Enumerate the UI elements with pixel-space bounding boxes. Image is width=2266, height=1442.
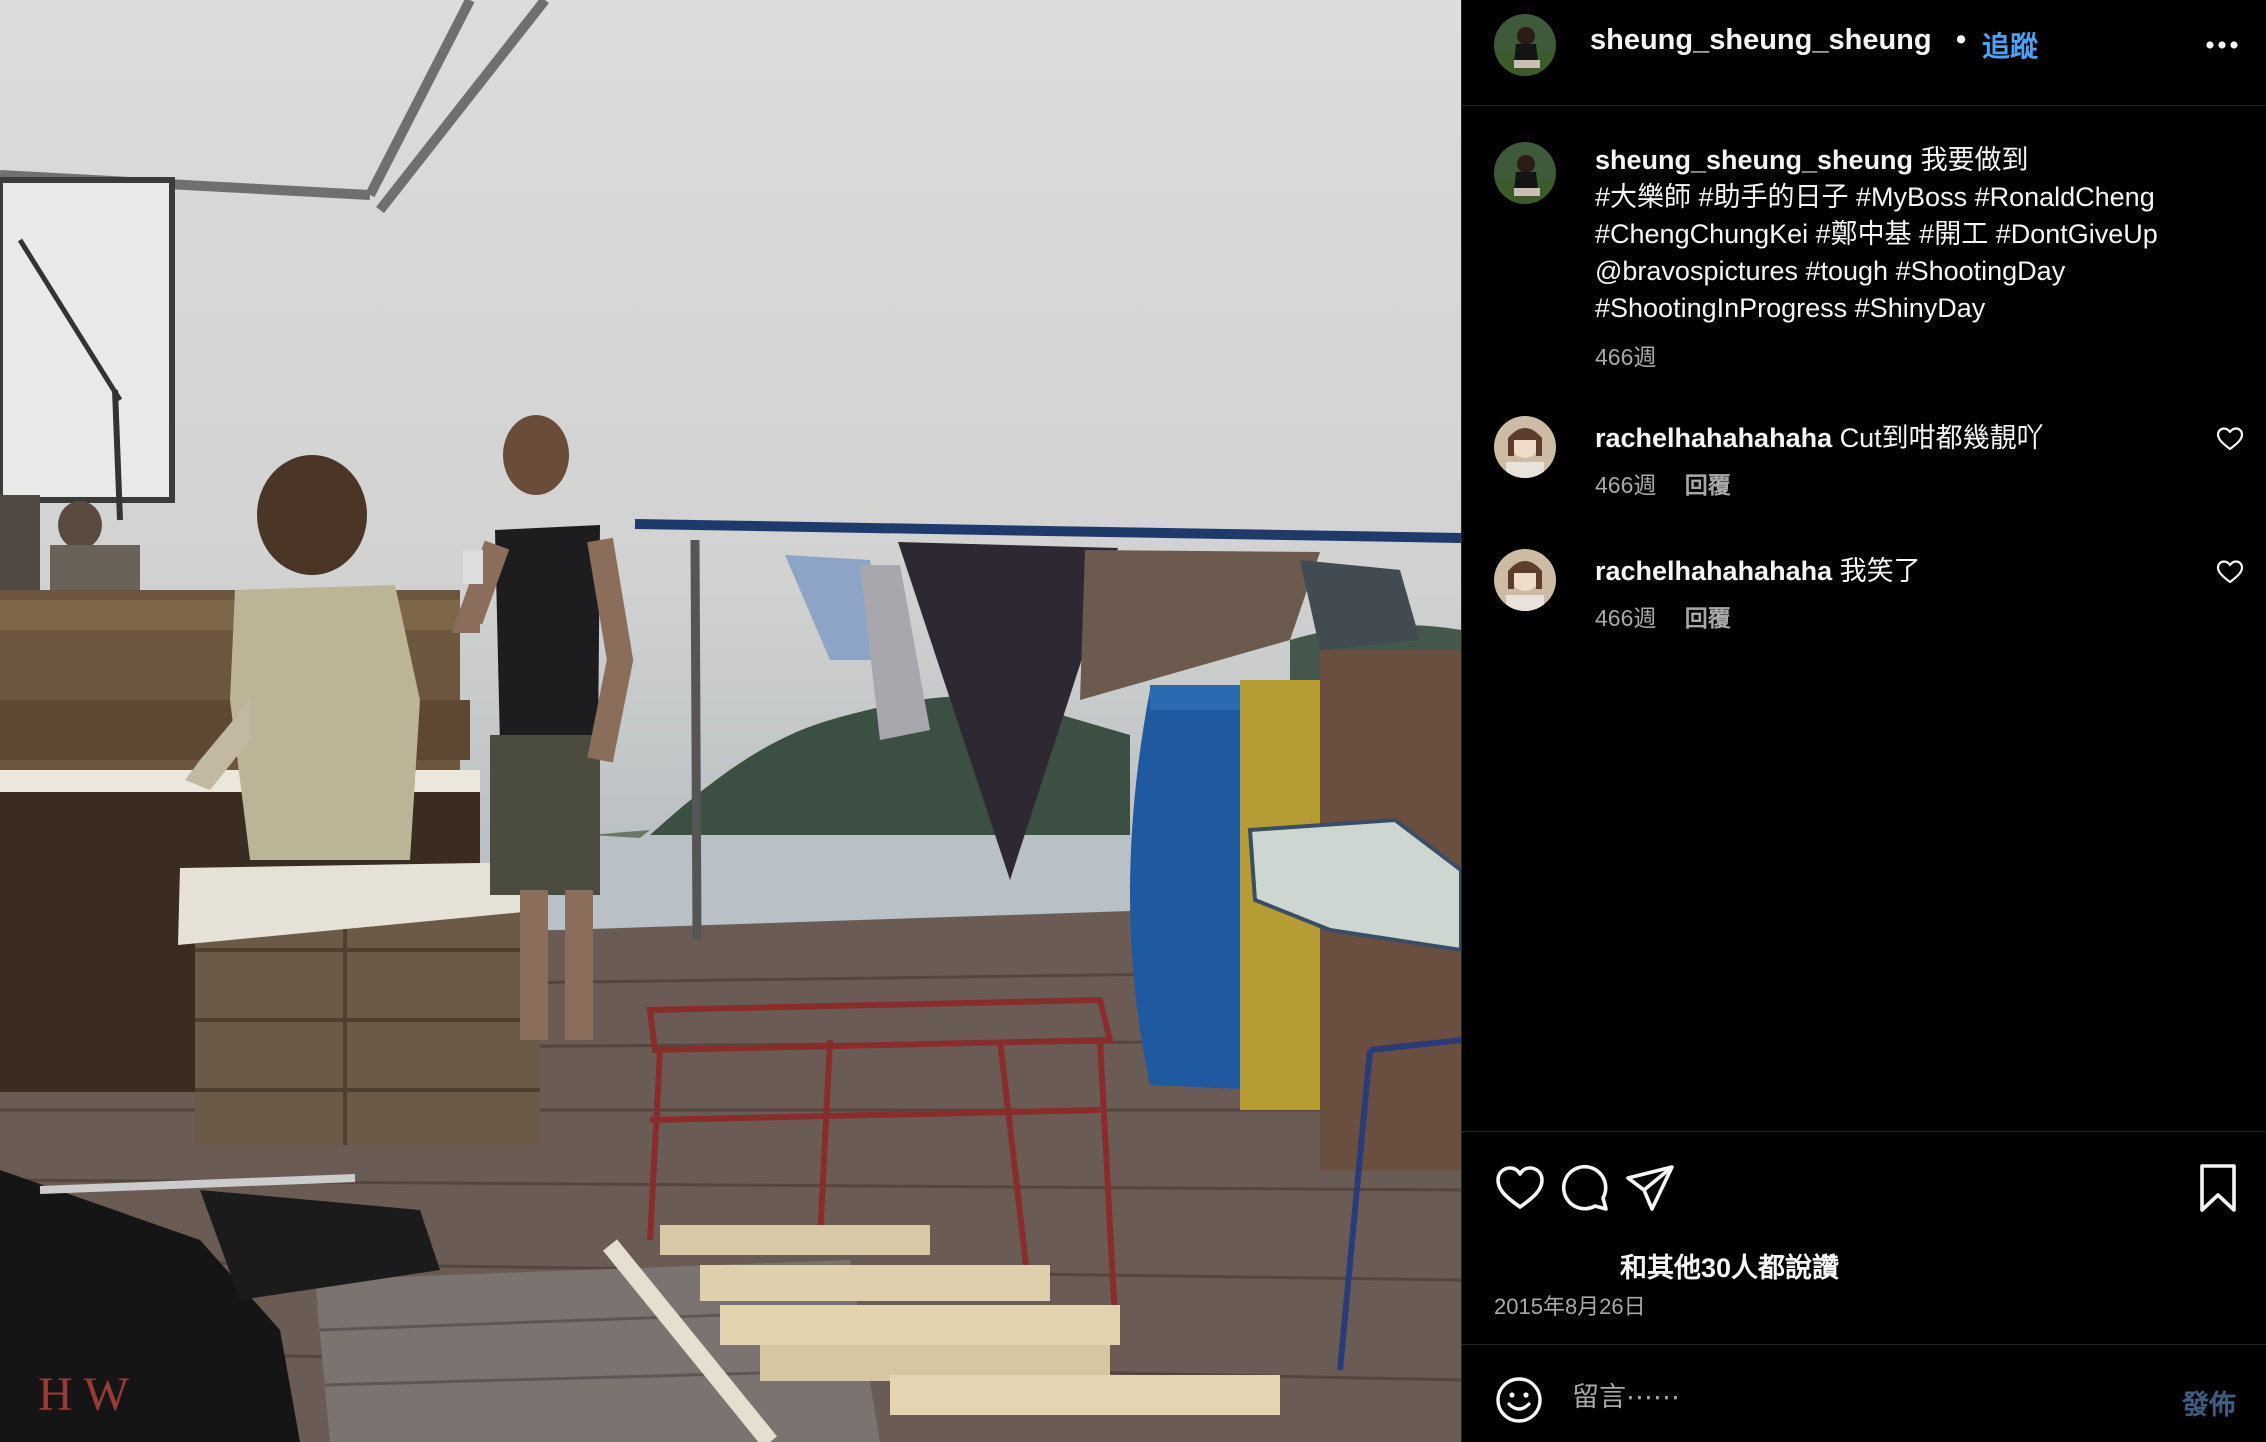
comment-icon[interactable] <box>1559 1162 1611 1214</box>
comment-like-icon[interactable] <box>2216 426 2244 452</box>
comment-meta: 466週 回覆 <box>1595 466 1753 500</box>
caption-line: #大樂師 #助手的日子 #MyBoss #RonaldCheng <box>1595 182 2155 212</box>
emoji-icon[interactable] <box>1494 1375 1544 1425</box>
caption-line: #ShootingInProgress #ShinyDay <box>1595 293 1986 323</box>
caption-line: @bravospictures #tough #ShootingDay <box>1595 256 2066 286</box>
comment-input[interactable] <box>1570 1371 2134 1423</box>
comment-username[interactable]: rachelhahahahaha <box>1595 423 1832 453</box>
post-image[interactable]: H W <box>0 0 1461 1442</box>
comment-meta: 466週 回覆 <box>1595 599 1753 633</box>
caption-username[interactable]: sheung_sheung_sheung <box>1595 145 1913 175</box>
caption-text: sheung_sheung_sheung 我要做到 #大樂師 #助手的日子 #M… <box>1595 142 2235 327</box>
comment-bar: 發佈 <box>1462 1344 2266 1442</box>
likes-summary[interactable]: 和其他30人都說讚 <box>1620 1246 1839 1285</box>
caption-line: 我要做到 <box>1920 145 2029 175</box>
comment-item: rachelhahahahaha Cut到咁都幾靚吖 466週 回覆 <box>1462 416 2266 536</box>
comment-line: rachelhahahahaha Cut到咁都幾靚吖 <box>1595 416 2044 455</box>
comment-username[interactable]: rachelhahahahaha <box>1595 556 1832 586</box>
author-username[interactable]: sheung_sheung_sheung <box>1590 24 1932 57</box>
comment-timestamp[interactable]: 466週 <box>1595 472 1656 498</box>
post-date[interactable]: 2015年8月26日 <box>1494 1289 1646 1321</box>
reply-button[interactable]: 回覆 <box>1685 605 1731 631</box>
svg-text:H W: H W <box>38 1368 130 1421</box>
commenter-avatar[interactable] <box>1494 549 1556 611</box>
commenter-avatar[interactable] <box>1494 416 1556 478</box>
caption-author-avatar[interactable] <box>1494 142 1556 204</box>
comment-line: rachelhahahahaha 我笑了 <box>1595 549 1921 588</box>
follow-button[interactable]: 追蹤 <box>1982 25 2038 65</box>
caption-line: #ChengChungKei #鄭中基 #開工 #DontGiveUp <box>1595 219 2158 249</box>
comment-like-icon[interactable] <box>2216 559 2244 585</box>
post-side-panel: sheung_sheung_sheung • 追蹤 sheung_sheung_… <box>1461 0 2266 1442</box>
more-horizontal-icon[interactable] <box>2202 28 2242 62</box>
share-icon[interactable] <box>1624 1162 1676 1214</box>
comment-text: 我笑了 <box>1839 556 1921 586</box>
author-avatar[interactable] <box>1494 14 1556 76</box>
separator-dot: • <box>1956 24 1967 56</box>
comment-item: rachelhahahahaha 我笑了 466週 回覆 <box>1462 549 2266 669</box>
heart-icon[interactable] <box>1494 1162 1546 1214</box>
bookmark-icon[interactable] <box>2192 1162 2244 1214</box>
post-comment-button[interactable]: 發佈 <box>2182 1383 2236 1422</box>
comment-text: Cut到咁都幾靚吖 <box>1839 423 2044 453</box>
caption-timestamp[interactable]: 466週 <box>1595 338 1656 372</box>
post-actions: 和其他30人都說讚 2015年8月26日 <box>1462 1131 2266 1354</box>
comment-timestamp[interactable]: 466週 <box>1595 605 1656 631</box>
reply-button[interactable]: 回覆 <box>1685 472 1731 498</box>
post-photo-illustration: H W <box>0 0 1461 1442</box>
post-header: sheung_sheung_sheung • 追蹤 <box>1462 0 2266 106</box>
